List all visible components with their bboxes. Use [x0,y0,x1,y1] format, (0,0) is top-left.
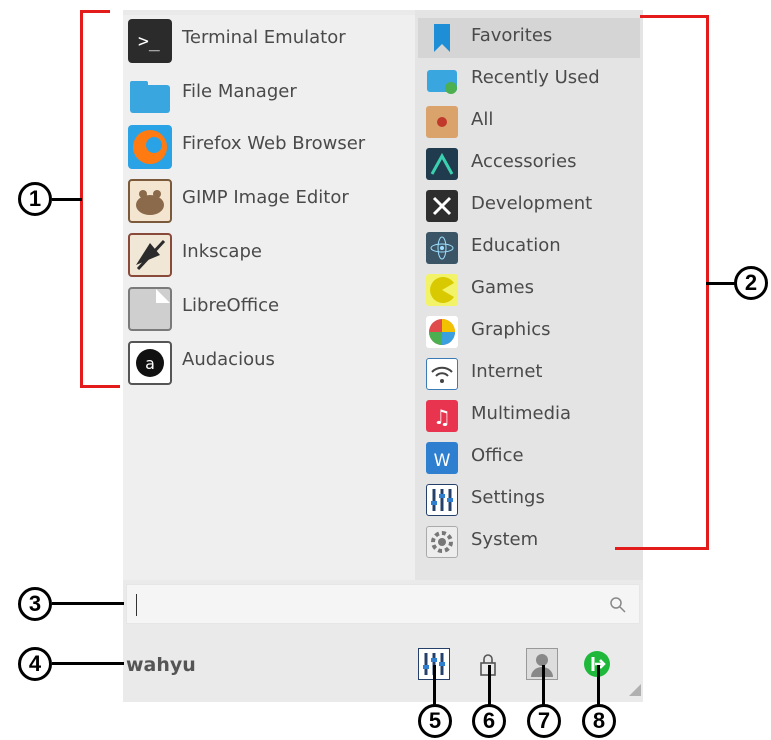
category-label: Recently Used [471,67,600,88]
favorites-app-list: >_ Terminal Emulator File Manager Firefo… [123,15,415,580]
annotation-bracket-2-top [640,15,709,18]
annotation-badge-5: 5 [418,704,452,738]
annotation-bracket-1-bottom [80,385,120,388]
annotation-badge-3: 3 [18,587,52,621]
gimp-icon [128,179,172,223]
annotation-leader-4 [52,662,124,665]
category-games[interactable]: Games [418,270,640,310]
category-label: Multimedia [471,403,572,424]
svg-text:♫: ♫ [433,405,451,429]
category-internet[interactable]: Internet [418,354,640,394]
inkscape-icon [128,233,172,277]
category-development[interactable]: Development [418,186,640,226]
category-label: System [471,529,539,550]
category-graphics[interactable]: Graphics [418,312,640,352]
svg-text:a: a [145,354,155,373]
annotation-leader-3 [52,602,124,605]
annotation-badge-8: 8 [582,704,616,738]
annotation-badge-4: 4 [18,647,52,681]
annotation-bracket-2-bottom [615,547,709,550]
annotation-badge-1: 1 [18,182,52,216]
firefox-icon [128,125,172,169]
annotation-bracket-1-top [80,10,110,13]
annotation-badge-2: 2 [734,266,768,300]
bookmark-icon [426,22,458,54]
annotation-badge-6: 6 [472,704,506,738]
annotation-leader-1 [52,198,82,201]
audacious-icon: a [128,341,172,385]
category-label: Accessories [471,151,577,172]
search-input[interactable] [126,584,640,624]
category-recently-used[interactable]: Recently Used [418,60,640,100]
app-label: GIMP Image Editor [182,187,349,208]
app-item-inkscape[interactable]: Inkscape [128,231,413,279]
resize-grip[interactable] [629,684,641,696]
system-icon [426,526,458,558]
settings-icon [426,484,458,516]
category-label: Graphics [471,319,551,340]
terminal-icon: >_ [128,19,172,63]
graphics-icon [426,316,458,348]
category-label: Favorites [471,25,553,46]
category-label: Office [471,445,524,466]
app-label: Terminal Emulator [182,27,346,48]
text-caret [136,594,137,616]
category-all[interactable]: All [418,102,640,142]
search-icon [609,596,627,614]
category-label: Settings [471,487,545,508]
category-office[interactable]: W Office [418,438,640,478]
games-icon [426,274,458,306]
app-label: LibreOffice [182,295,280,316]
internet-icon [426,358,458,390]
app-label: File Manager [182,81,297,102]
app-item-libreoffice[interactable]: LibreOffice [128,285,413,333]
category-favorites[interactable]: Favorites [418,18,640,58]
category-label: Development [471,193,593,214]
all-apps-icon [426,106,458,138]
category-multimedia[interactable]: ♫ Multimedia [418,396,640,436]
office-icon: W [426,442,458,474]
category-education[interactable]: Education [418,228,640,268]
annotation-leader-2 [706,282,736,285]
category-accessories[interactable]: Accessories [418,144,640,184]
category-settings[interactable]: Settings [418,480,640,520]
category-label: Internet [471,361,543,382]
app-label: Audacious [182,349,275,370]
app-item-terminal[interactable]: >_ Terminal Emulator [128,17,413,65]
recent-folder-icon [426,64,458,96]
app-label: Firefox Web Browser [182,133,366,154]
development-icon [426,190,458,222]
username-label: wahyu [126,654,196,676]
annotation-badge-7: 7 [527,704,561,738]
app-item-audacious[interactable]: a Audacious [128,339,413,387]
category-system[interactable]: System [418,522,640,562]
accessories-icon [426,148,458,180]
svg-text:>_: >_ [138,31,160,52]
app-item-file-manager[interactable]: File Manager [128,71,413,119]
education-icon [426,232,458,264]
category-label: Education [471,235,561,256]
multimedia-icon: ♫ [426,400,458,432]
libreoffice-icon [128,287,172,331]
category-list: Favorites Recently Used All Accessories … [415,10,643,580]
app-label: Inkscape [182,241,262,262]
whisker-menu: >_ Terminal Emulator File Manager Firefo… [123,10,643,702]
category-label: Games [471,277,534,298]
app-item-firefox[interactable]: Firefox Web Browser [128,123,413,171]
svg-text:W: W [434,451,451,471]
folder-icon [128,73,172,117]
category-label: All [471,109,494,130]
app-item-gimp[interactable]: GIMP Image Editor [128,177,413,225]
